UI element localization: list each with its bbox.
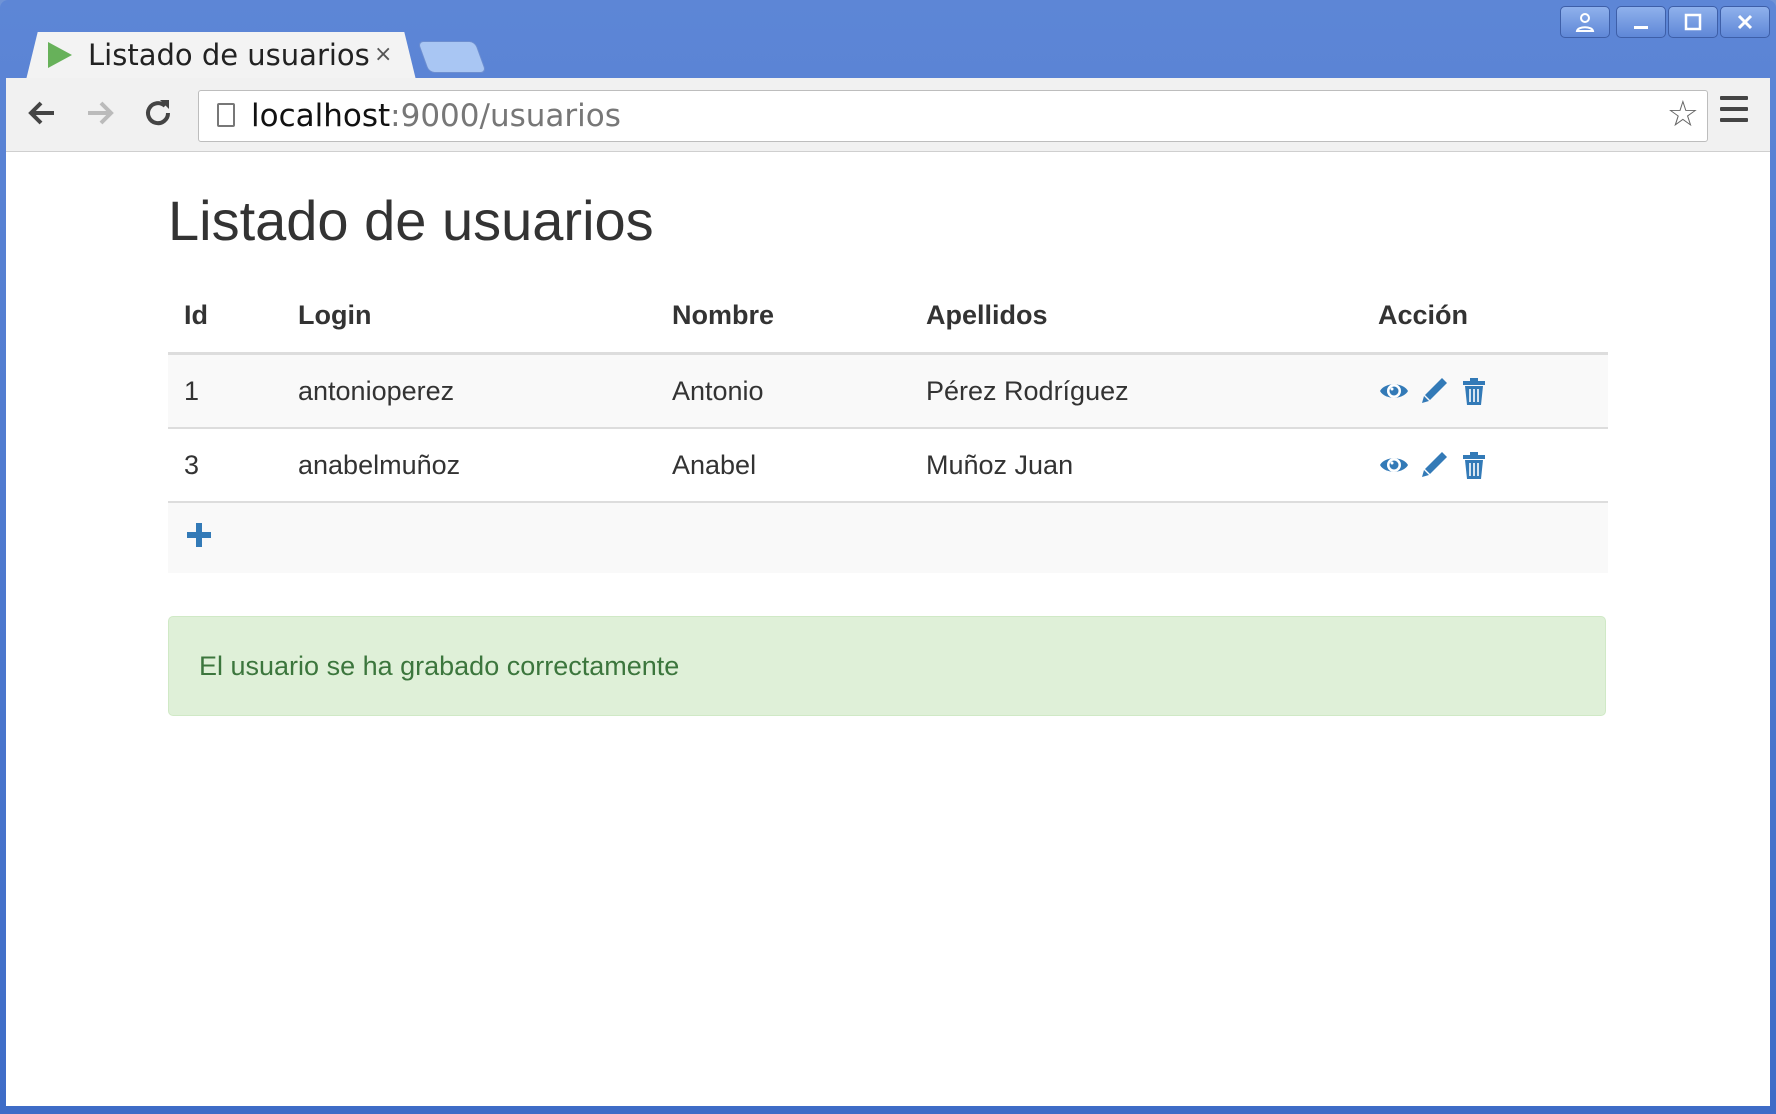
cell-actions: [1362, 352, 1608, 428]
minimize-icon: [1634, 26, 1648, 29]
close-icon: [1737, 14, 1753, 30]
page-title: Listado de usuarios: [168, 189, 654, 252]
delete-trash-icon[interactable]: [1458, 375, 1490, 407]
add-plus-icon[interactable]: [184, 520, 214, 550]
new-tab-button[interactable]: [417, 41, 487, 73]
forward-button[interactable]: [80, 95, 120, 135]
profile-button[interactable]: [1560, 6, 1610, 38]
cell-login: antonioperez: [282, 352, 656, 428]
address-bar[interactable]: localhost:9000/usuarios ☆: [198, 90, 1708, 142]
table-header-row: Id Login Nombre Apellidos Acción: [168, 278, 1608, 355]
title-bar: Listado de usuarios ×: [0, 0, 1776, 80]
table-row: 3 anabelmuñoz Anabel Muñoz Juan: [168, 427, 1608, 502]
cell-nombre: Antonio: [656, 352, 910, 428]
view-eye-icon[interactable]: [1378, 375, 1410, 407]
cell-login: anabelmuñoz: [282, 427, 656, 502]
cell-apellidos: Pérez Rodríguez: [910, 352, 1362, 428]
page-content: Listado de usuarios Id Login Nombre Apel…: [6, 152, 1770, 1106]
cell-actions: [1362, 427, 1608, 502]
edit-pencil-icon[interactable]: [1418, 449, 1450, 481]
url-host: localhost: [251, 98, 391, 134]
back-icon: [28, 101, 54, 125]
browser-window: Listado de usuarios × localhost:9000/usu…: [0, 0, 1776, 1114]
users-table: Id Login Nombre Apellidos Acción 1 anton…: [168, 278, 1608, 573]
tab-title[interactable]: Listado de usuarios: [88, 37, 370, 73]
cell-apellidos: Muñoz Juan: [910, 427, 1362, 502]
table-row: 1 antonioperez Antonio Pérez Rodríguez: [168, 352, 1608, 428]
profile-icon: [1575, 13, 1595, 32]
add-cell: [168, 501, 1608, 573]
column-header-id: Id: [168, 278, 282, 355]
bookmark-star-icon[interactable]: ☆: [1667, 93, 1699, 137]
minimize-button[interactable]: [1616, 6, 1666, 38]
view-eye-icon[interactable]: [1378, 449, 1410, 481]
url-text[interactable]: localhost:9000/usuarios: [251, 98, 621, 134]
edit-pencil-icon[interactable]: [1418, 375, 1450, 407]
cell-id: 3: [168, 427, 282, 502]
delete-trash-icon[interactable]: [1458, 449, 1490, 481]
add-row: [168, 501, 1608, 573]
back-button[interactable]: [22, 95, 62, 135]
maximize-icon: [1684, 13, 1702, 31]
reload-button[interactable]: [138, 95, 178, 135]
tab-close-icon[interactable]: ×: [374, 42, 392, 68]
menu-icon[interactable]: [1720, 96, 1748, 124]
cell-nombre: Anabel: [656, 427, 910, 502]
url-path: :9000/usuarios: [390, 98, 621, 134]
reload-icon: [146, 100, 171, 126]
cell-id: 1: [168, 352, 282, 428]
column-header-login: Login: [282, 278, 656, 355]
close-window-button[interactable]: [1720, 6, 1770, 38]
success-alert: El usuario se ha grabado correctamente: [168, 616, 1606, 716]
column-header-apellidos: Apellidos: [910, 278, 1362, 355]
column-header-accion: Acción: [1362, 278, 1608, 355]
browser-toolbar: localhost:9000/usuarios ☆: [6, 78, 1770, 152]
column-header-nombre: Nombre: [656, 278, 910, 355]
page-icon: [217, 103, 235, 127]
maximize-button[interactable]: [1668, 6, 1718, 38]
forward-icon: [88, 101, 114, 125]
play-favicon-icon: [48, 42, 72, 68]
